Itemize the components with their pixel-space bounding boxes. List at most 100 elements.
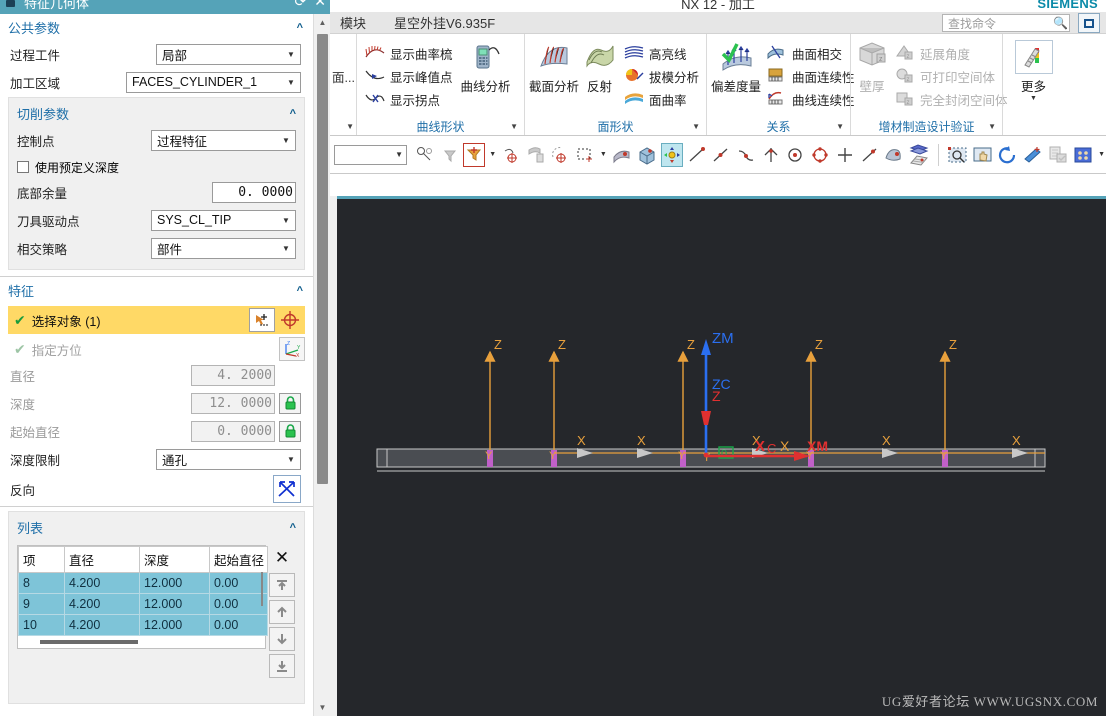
table-row[interactable]: 8 4.200 12.000 0.00 [18,572,268,594]
intersection-icon[interactable] [760,143,782,167]
point-on-face-icon[interactable] [525,143,547,167]
help-icon[interactable]: ⟳ [295,0,307,10]
combo-machining-area[interactable]: FACES_CYLINDER_1 ▼ [126,71,301,93]
pan-icon[interactable] [972,143,994,167]
input-bottom-stock[interactable]: 0. 0000 [212,181,296,203]
restore-window-button[interactable] [1078,13,1100,33]
move-to-top-icon[interactable] [269,573,295,597]
list-vertical-scrollbar[interactable] [261,572,263,606]
combo-depth-limit[interactable]: 通孔 ▼ [156,448,301,470]
cmd-printable-volume[interactable]: z 可打印空间体 [891,65,1011,87]
chevron-down-icon[interactable]: ▼ [1030,95,1037,102]
snap-point-dropdown[interactable]: ▼ [488,151,497,158]
col-diameter[interactable]: 直径 [64,546,140,573]
col-item[interactable]: 项 [18,546,65,573]
csys-move-icon[interactable] [660,142,683,167]
chevron-down-icon[interactable]: ▼ [836,122,844,131]
chevron-down-icon[interactable]: ▼ [346,122,354,131]
filter-icon[interactable] [439,143,461,167]
move-up-icon[interactable] [269,600,295,624]
cmd-show-peak-points[interactable]: 显示峰值点 [361,65,456,87]
scroll-up-icon[interactable]: ▲ [314,14,331,31]
snap-point-target-icon[interactable] [277,308,303,332]
move-to-bottom-icon[interactable] [269,654,295,678]
cmd-face-intersect[interactable]: 曲面相交 [763,42,858,64]
cmd-show-inflection[interactable]: 显示拐点 [361,88,456,110]
combo-process-workpiece[interactable]: 局部 ▼ [156,43,301,65]
quadrant-point-icon[interactable] [809,143,831,167]
menu-module[interactable]: 模块 [330,13,376,32]
combo-tool-drive-point[interactable]: SYS_CL_TIP ▼ [151,209,296,231]
combo-control-point[interactable]: 过程特征 ▼ [151,129,296,151]
move-down-icon[interactable] [269,627,295,651]
layer-icon[interactable] [908,143,930,167]
layer-settings-icon[interactable] [1047,143,1069,167]
col-depth[interactable]: 深度 [139,546,210,573]
selection-filter-combo[interactable]: ▼ [334,144,408,165]
cmd-face-continuity[interactable]: 曲面连续性 [763,65,858,87]
face-point-icon[interactable] [883,143,905,167]
menu-plugin[interactable]: 星空外挂V6.935F [376,13,505,32]
rect-select-icon[interactable] [574,143,596,167]
rect-dropdown[interactable]: ▼ [599,151,608,158]
row-use-predefined-depth[interactable]: 使用预定义深度 [9,155,304,179]
snap-point-filter-icon[interactable] [463,142,486,167]
cmd-curve-analysis[interactable]: 曲线分析 [458,38,514,97]
list-horizontal-scrollbar[interactable] [18,636,265,648]
cmd-face-curvature[interactable]: 面曲率 [620,88,702,110]
arc-center-icon[interactable] [550,143,572,167]
cmd-deviation-gauge[interactable]: 偏差度量 [711,38,761,97]
point-on-line-icon[interactable] [859,143,881,167]
lock-icon-start-diameter[interactable] [279,420,301,442]
cmd-highlight-lines[interactable]: 高亮线 [620,42,702,64]
table-row[interactable]: 9 4.200 12.000 0.00 [18,593,268,615]
cmd-more[interactable]: 更多 ▼ [1008,38,1060,104]
lock-icon-depth[interactable] [279,392,301,414]
control-point-icon[interactable] [735,143,757,167]
csys-orientation-icon[interactable]: Z Y X [279,337,305,361]
chevron-down-icon[interactable]: ▼ [988,122,996,131]
fit-icon[interactable] [1022,143,1044,167]
cmd-overhang-angle[interactable]: z 延展角度 [891,42,1011,64]
cmd-show-curvature-comb[interactable]: 显示曲率梳 [361,42,456,64]
point-on-curve-icon[interactable] [500,143,522,167]
close-icon[interactable]: ✕ [314,0,326,10]
combo-intersect-strategy[interactable]: 部件 ▼ [151,237,296,259]
cmd-curve-continuity[interactable]: 曲线连续性 [763,88,858,110]
cmd-reflection[interactable]: 反射 [581,38,618,97]
scroll-thumb[interactable] [317,34,328,484]
cmd-wall-thickness[interactable]: z 壁厚 [855,38,889,97]
col-start-diameter[interactable]: 起始直径 [209,546,268,573]
section-preview[interactable]: 预览 ^ [0,710,313,716]
row-specify-orientation[interactable]: ✔ 指定方位 Z Y X [8,336,305,362]
cmd-section-analysis[interactable]: 截面分析 [529,38,579,97]
chevron-down-icon[interactable]: ▼ [510,122,518,131]
graphics-viewport[interactable]: Z Y Z Y X X Z Y X Z X Z Y X ZM ZC Z Y 0 … [337,196,1106,716]
face-shade-icon[interactable] [611,143,633,167]
section-feature[interactable]: 特征 ^ [0,277,313,304]
select-general-icon[interactable] [414,143,436,167]
section-common-params[interactable]: 公共参数 ^ [0,14,313,41]
endpoint-icon[interactable] [686,143,708,167]
chevron-down-icon[interactable]: ▼ [692,122,700,131]
dialog-scrollbar[interactable]: ▲ ▼ [313,14,330,716]
delete-icon[interactable]: ✕ [269,546,295,570]
find-command-box[interactable]: 查找命令 🔍 [942,14,1070,32]
cmd-fully-enclosed-volume[interactable]: z 完全封闭空间体 [891,88,1011,110]
section-cut-params[interactable]: 切削参数 ^ [9,100,304,127]
midpoint-icon[interactable] [710,143,732,167]
solid-body-icon[interactable] [636,143,658,167]
arc-center-point-icon[interactable] [785,143,807,167]
ribbon-truncated-label[interactable]: 面... [332,67,355,86]
table-row[interactable]: 10 4.200 12.000 0.00 [18,614,268,636]
search-icon[interactable]: 🔍 [1053,16,1068,30]
cmd-draft-analysis[interactable]: 拔模分析 [620,65,702,87]
checkbox-use-predefined-depth[interactable] [17,161,29,173]
display-mode-icon[interactable] [1072,143,1094,167]
section-list[interactable]: 列表 ^ [9,514,304,541]
row-select-object[interactable]: ✔ 选择对象 (1) [8,306,305,334]
rotate-icon[interactable] [997,143,1019,167]
scroll-down-icon[interactable]: ▼ [314,699,331,716]
zoom-window-icon[interactable] [947,143,969,167]
select-more-icon[interactable] [249,308,275,332]
